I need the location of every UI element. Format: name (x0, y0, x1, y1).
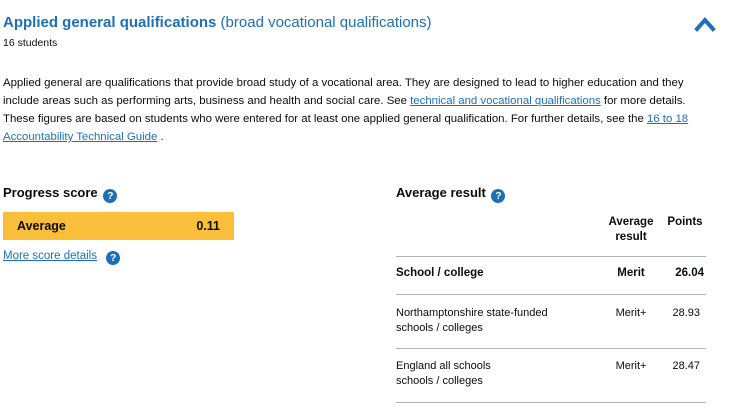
chevron-up-icon[interactable] (693, 13, 717, 35)
column-header-line: Average (608, 216, 654, 228)
section-description: Applied general are qualifications that … (3, 74, 708, 146)
row-la-points: 28.93 (672, 307, 700, 319)
progress-score-heading: Progress score ? (3, 185, 118, 203)
row-name-line: Northamptonshire state-funded (396, 307, 548, 319)
table-divider (396, 256, 706, 257)
table-divider (396, 348, 706, 349)
table-divider (396, 294, 706, 295)
description-text-3: . (157, 131, 164, 143)
row-england-points: 28.47 (672, 360, 700, 372)
student-count: 16 students (3, 37, 58, 49)
section-title[interactable]: Applied general qualifications (broad vo… (3, 14, 432, 32)
row-school-name: School / college (396, 267, 484, 279)
progress-score-band: Average 0.11 (3, 212, 234, 240)
progress-band-label: Average (17, 219, 66, 233)
row-la-result: Merit+ (615, 307, 647, 319)
help-icon[interactable]: ? (106, 251, 121, 265)
technical-vocational-link[interactable]: technical and vocational qualifications (410, 95, 601, 107)
section-title-bold: Applied general qualifications (3, 14, 217, 31)
row-name-line: England all schools (396, 360, 491, 372)
row-school-points: 26.04 (675, 267, 704, 279)
row-england-name: England all schools schools / colleges (396, 359, 491, 389)
more-score-details: More score details ? (3, 250, 121, 265)
column-header-line: result (615, 231, 647, 243)
row-name-line: schools / colleges (396, 322, 483, 334)
help-icon[interactable]: ? (491, 189, 506, 203)
average-result-heading-text: Average result (396, 185, 486, 200)
column-header-average-result: Average result (600, 215, 662, 245)
progress-score-heading-text: Progress score (3, 185, 98, 200)
column-header-points: Points (667, 216, 703, 228)
section-title-light: (broad vocational qualifications) (220, 14, 432, 31)
more-score-details-link[interactable]: More score details (3, 250, 97, 262)
progress-score-value: 0.11 (196, 219, 220, 233)
row-name-line: schools / colleges (396, 375, 483, 387)
table-divider (396, 402, 706, 403)
average-result-heading: Average result ? (396, 185, 506, 203)
help-icon[interactable]: ? (103, 189, 118, 203)
row-school-result: Merit (617, 267, 645, 279)
row-la-name: Northamptonshire state-funded schools / … (396, 306, 548, 336)
row-england-result: Merit+ (615, 360, 647, 372)
